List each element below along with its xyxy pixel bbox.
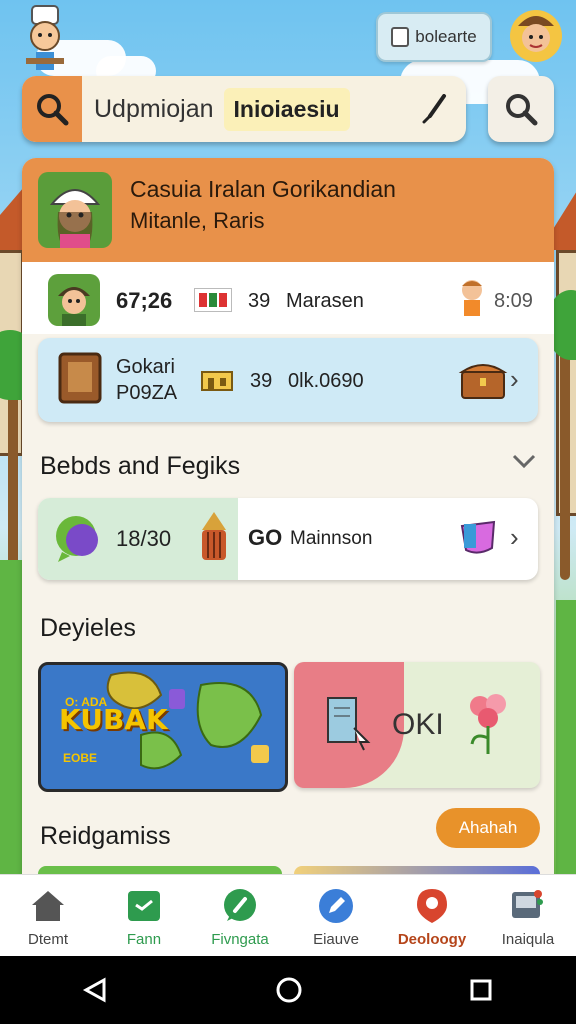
featured-subtitle: P09ZA [116, 382, 178, 404]
wrench-icon [221, 887, 259, 925]
main-panel: Casuia Iralan Gorikandian Mitanle, Raris… [22, 158, 554, 898]
stats-row: 67;26 39 Marasen 8:09 [22, 262, 554, 334]
edit-icon [317, 887, 355, 925]
chevron-right-icon[interactable]: › [510, 364, 519, 395]
kid-character-icon [462, 280, 482, 316]
lantern-icon [202, 512, 226, 560]
treasure-chest-icon [458, 364, 508, 399]
progress-label: Mainnson [290, 528, 373, 549]
nav-item-tools[interactable]: Fivngata [192, 875, 288, 957]
magnifier-icon [506, 94, 538, 126]
nav-item-chat[interactable]: Fann [96, 875, 192, 957]
flower-icon [470, 694, 506, 754]
chat-bubble-icon [56, 516, 98, 562]
progress-card[interactable]: 18/30 GO Mainnson › [38, 498, 538, 580]
section-title-3: Reidgamiss [40, 822, 171, 850]
shop-icon [201, 371, 233, 391]
location-icon [413, 887, 451, 925]
featured-title: Gokari [116, 356, 175, 378]
featured-card[interactable]: Gokari P09ZA 39 0lk.0690 › [38, 338, 538, 422]
ok-label: OKI [392, 708, 444, 741]
profile-name: Casuia Iralan Gorikandian [130, 176, 396, 202]
bottom-nav: Dtemt Fann Fivngata Eiauve Deoloogy Inai… [0, 874, 576, 957]
profile-header[interactable]: Casuia Iralan Gorikandian Mitanle, Raris [22, 158, 554, 262]
chef-character-icon [26, 5, 64, 70]
nav-item-edit[interactable]: Eiauve [288, 875, 384, 957]
document-icon [391, 27, 410, 47]
edit-pen-icon[interactable] [422, 94, 448, 129]
search-highlight: Inioiaesiu [223, 87, 350, 131]
chevron-down-icon[interactable] [510, 452, 538, 470]
book-icon [58, 352, 102, 404]
featured-count: 39 [250, 370, 273, 392]
nav-item-gallery[interactable]: Inaiqula [480, 875, 576, 957]
map-tile[interactable]: O: ADA KUBAK EOBE [38, 662, 288, 792]
book-pointer-icon [327, 697, 371, 751]
profile-avatar [38, 172, 112, 248]
score-value: 67;26 [116, 288, 173, 313]
section-title-2: Deyieles [40, 614, 136, 642]
section-title-1: Bebds and Fegiks [40, 452, 241, 480]
nav-item-home[interactable]: Dtemt [0, 875, 96, 957]
chat-icon [125, 887, 163, 925]
home-circle-icon[interactable] [274, 975, 304, 1005]
user-avatar[interactable] [508, 6, 564, 64]
search-text: Udpmiojan [94, 94, 214, 123]
search-icon[interactable] [22, 76, 82, 142]
back-icon[interactable] [82, 976, 110, 1004]
featured-value: 0lk.0690 [288, 370, 364, 392]
home-icon [29, 887, 67, 925]
progress-count: 18/30 [116, 526, 172, 551]
search-bar[interactable]: Udpmiojan Inioiaesiu [22, 76, 466, 142]
search-button[interactable] [488, 76, 554, 142]
explorer-avatar-icon [49, 189, 101, 248]
section-action-button[interactable]: Ahahah [436, 808, 540, 848]
profile-location: Mitanle, Raris [130, 208, 265, 233]
ok-tile[interactable]: OKI [294, 662, 540, 788]
player-avatar-icon [48, 274, 100, 326]
potion-cup-icon [460, 520, 496, 554]
stat-label: Marasen [286, 290, 364, 312]
stat-count: 39 [248, 290, 271, 312]
flag-icon [194, 288, 232, 312]
gallery-icon [509, 887, 547, 925]
map-subtext: EOBE [63, 751, 98, 765]
progress-co: GO [248, 525, 283, 550]
nav-item-location[interactable]: Deoloogy [384, 875, 480, 957]
system-nav-bar [0, 956, 576, 1024]
avatar-face-icon [510, 10, 562, 62]
update-button[interactable]: bolearte [376, 12, 492, 62]
stat-right-value: 8:09 [494, 290, 533, 312]
chevron-right-icon[interactable]: › [510, 522, 519, 553]
recents-icon[interactable] [468, 977, 494, 1003]
map-title: KUBAK [59, 703, 168, 736]
